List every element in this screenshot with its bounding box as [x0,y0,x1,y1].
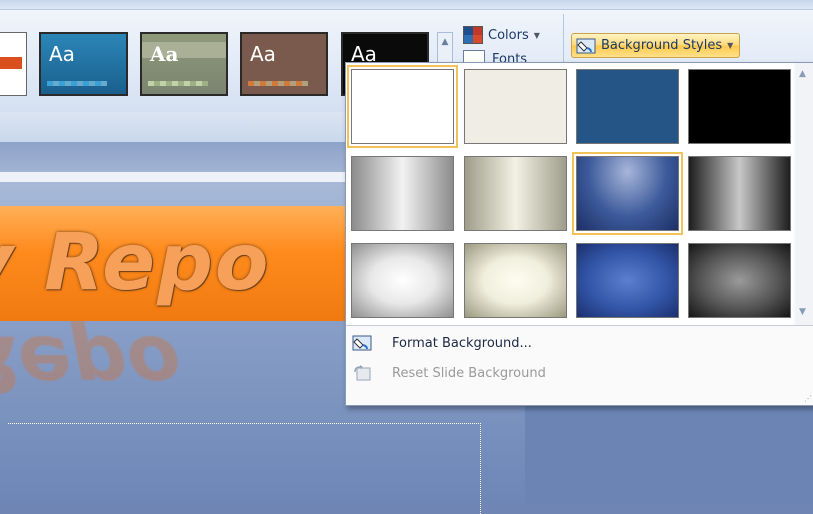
background-style-9[interactable] [351,243,454,318]
theme-thumbnail-3[interactable]: Aa [240,32,328,96]
background-style-2[interactable] [464,69,567,144]
reset-slide-background-menu-item[interactable]: Reset Slide Background [346,361,813,385]
scroll-up-arrow-icon[interactable]: ▲ [799,69,806,79]
background-style-3[interactable] [576,69,679,144]
theme-colors-icon [463,26,483,44]
gallery-scrollbar[interactable]: ▲ ▼ [795,63,813,325]
background-style-1[interactable] [347,65,458,148]
format-background-label: Format Background... [392,335,532,351]
background-style-8[interactable] [688,156,791,231]
background-styles-button[interactable]: Background Styles ▼ [571,33,741,58]
theme-sample-text: Aa [250,42,276,66]
theme-color-bar [47,81,107,86]
theme-thumbnail-0[interactable] [0,32,27,96]
background-style-6[interactable] [464,156,567,231]
background-styles-gallery: ▲ ▼ Format Background... Reset Slide Bac… [345,62,813,406]
theme-color-bar [248,81,308,86]
background-style-11[interactable] [576,243,679,318]
theme-thumbnail-2[interactable]: Aa [140,32,228,96]
theme-thumbnail-1[interactable]: Aa [39,32,128,96]
background-style-12[interactable] [688,243,791,318]
chevron-down-icon: ▼ [533,30,540,40]
background-styles-label: Background Styles [601,38,723,53]
ribbon-top-edge [0,0,813,10]
paint-bucket-icon [352,335,372,351]
theme-sample-text: Aa [49,42,75,66]
resize-grip-icon[interactable]: ⋰ [804,394,812,403]
slide-title-reflection: Repo [0,318,181,408]
scroll-up-arrow-icon: ▲ [441,37,449,47]
background-style-7[interactable] [572,152,683,235]
theme-accent-stripe [0,57,22,69]
reset-background-icon [354,365,371,381]
chevron-down-icon: ▼ [727,41,734,50]
swatch-grid [346,63,793,325]
background-style-5[interactable] [351,156,454,231]
scroll-down-arrow-icon[interactable]: ▼ [799,307,806,317]
colors-button[interactable]: Colors ▼ [463,24,540,46]
format-background-menu-item[interactable]: Format Background... [346,331,813,355]
paint-bucket-icon [576,38,596,53]
theme-sample-text: Aa [150,42,179,66]
menu-separator [346,325,813,326]
theme-color-bar [148,81,208,86]
background-style-10[interactable] [464,243,567,318]
reset-slide-background-label: Reset Slide Background [392,365,546,381]
background-style-4[interactable] [688,69,791,144]
slide-title[interactable]: y Repo [0,218,271,308]
colors-label: Colors [488,27,529,43]
content-placeholder[interactable] [8,423,481,514]
